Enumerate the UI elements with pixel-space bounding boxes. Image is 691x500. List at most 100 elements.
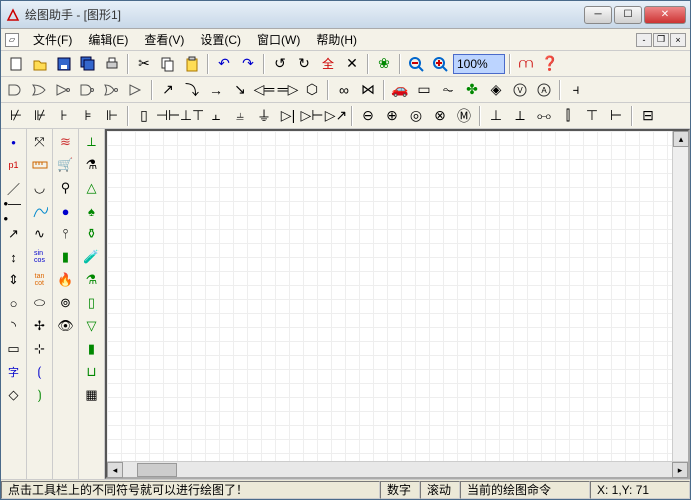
bracket-x-icon[interactable]: ⟮: [29, 361, 51, 383]
axes-dotted-icon[interactable]: ⊹: [29, 338, 51, 360]
maximize-button[interactable]: ☐: [614, 6, 642, 24]
drawing-canvas[interactable]: [107, 131, 672, 461]
mesh-icon[interactable]: ▦: [81, 384, 103, 406]
terminal-1-icon[interactable]: ⟂: [509, 105, 531, 127]
jfet-p-icon[interactable]: ⊧: [77, 105, 99, 127]
lamp-icon[interactable]: ⊗: [429, 105, 451, 127]
redo-button[interactable]: ↷: [237, 53, 259, 75]
close-button[interactable]: ✕: [644, 6, 686, 24]
magnet-button[interactable]: ⩋: [515, 53, 537, 75]
node-icon[interactable]: ⊢: [605, 105, 627, 127]
resistor-box-icon[interactable]: ▭: [413, 79, 435, 101]
link-icon[interactable]: ∞: [333, 79, 355, 101]
transistor-npn-icon[interactable]: ⊬: [5, 105, 27, 127]
erlenmeyer-icon[interactable]: ⚗: [81, 269, 103, 291]
dot-tool-icon[interactable]: •: [3, 131, 25, 153]
burner-icon[interactable]: ⚗: [81, 154, 103, 176]
menu-settings[interactable]: 设置(C): [192, 29, 249, 50]
menu-help[interactable]: 帮助(H): [308, 29, 365, 50]
deselect-button[interactable]: ✕: [341, 53, 363, 75]
save-all-button[interactable]: [77, 53, 99, 75]
curve-icon[interactable]: [29, 200, 51, 222]
and-gate-icon[interactable]: [5, 79, 27, 101]
mdi-minimize-button[interactable]: -: [636, 33, 652, 47]
ammeter-icon[interactable]: A: [533, 79, 555, 101]
menu-edit[interactable]: 编辑(E): [80, 29, 136, 50]
relay-icon[interactable]: ⫿: [557, 105, 579, 127]
new-button[interactable]: [5, 53, 27, 75]
arrow-right-icon[interactable]: →: [205, 79, 227, 101]
eye-icon[interactable]: 👁: [55, 315, 77, 337]
voltmeter-icon[interactable]: V: [509, 79, 531, 101]
polarized-cap-icon[interactable]: ⫠: [205, 105, 227, 127]
protractor-icon[interactable]: ◡: [29, 177, 51, 199]
ruler-icon[interactable]: [29, 154, 51, 176]
stand-icon[interactable]: ⟂: [81, 131, 103, 153]
zoom-input[interactable]: [453, 54, 505, 74]
mosfet-icon[interactable]: ⊩: [101, 105, 123, 127]
text-tool-icon[interactable]: 字: [3, 361, 25, 383]
zener-icon[interactable]: ▷⊢: [301, 105, 323, 127]
zoom-out-button[interactable]: [405, 53, 427, 75]
ground-icon[interactable]: ⏚: [253, 105, 275, 127]
crystal-icon[interactable]: ▯: [133, 105, 155, 127]
vector-tool-icon[interactable]: ↕: [3, 246, 25, 268]
socket-icon[interactable]: ◎: [405, 105, 427, 127]
terminal-2-icon[interactable]: ⊤: [581, 105, 603, 127]
cut-button[interactable]: ✂: [133, 53, 155, 75]
alcohol-lamp-icon[interactable]: ♠: [81, 200, 103, 222]
diamond-dot-icon[interactable]: ◈: [485, 79, 507, 101]
ellipse-dot-icon[interactable]: ⬭: [29, 292, 51, 314]
circle-tool-icon[interactable]: ○: [3, 292, 25, 314]
ray-tool-icon[interactable]: ↗: [3, 223, 25, 245]
motor-icon[interactable]: Ⓜ: [453, 105, 475, 127]
tancot-icon[interactable]: tancot: [29, 269, 51, 291]
polygon-tool-icon[interactable]: ◇: [3, 384, 25, 406]
scroll-up-button[interactable]: ▴: [673, 131, 689, 147]
beaker-icon[interactable]: ⊔: [81, 361, 103, 383]
cross-axes-icon[interactable]: ✢: [29, 315, 51, 337]
arrow-se-icon[interactable]: ↘: [229, 79, 251, 101]
rotate-right-button[interactable]: ↻: [293, 53, 315, 75]
bowtie-icon[interactable]: ⋈: [357, 79, 379, 101]
pulley-icon[interactable]: ⊚: [55, 292, 77, 314]
funnel-icon[interactable]: ▽: [81, 315, 103, 337]
horizontal-scrollbar[interactable]: ◂ ▸: [107, 461, 688, 477]
arc-tool-icon[interactable]: ◝: [3, 315, 25, 337]
select-all-button[interactable]: 全: [317, 53, 339, 75]
scroll-right-button[interactable]: ▸: [672, 462, 688, 478]
clover-icon[interactable]: ✤: [461, 79, 483, 101]
buffer-gate-icon[interactable]: [125, 79, 147, 101]
connector-icon[interactable]: ⊟: [637, 105, 659, 127]
minimize-button[interactable]: ─: [584, 6, 612, 24]
hscroll-thumb[interactable]: [137, 463, 177, 477]
axes-arrows-icon[interactable]: ⤧: [29, 131, 51, 153]
or-gate-icon[interactable]: [29, 79, 51, 101]
segment-tool-icon[interactable]: •—•: [3, 200, 25, 222]
switch-icon[interactable]: ⫞: [565, 79, 587, 101]
source-i-icon[interactable]: ⊖: [357, 105, 379, 127]
nor-gate-icon[interactable]: [101, 79, 123, 101]
burette-icon[interactable]: ▮: [81, 338, 103, 360]
mdi-restore-button[interactable]: ❐: [653, 33, 669, 47]
menu-window[interactable]: 窗口(W): [249, 29, 308, 50]
rectangle-tool-icon[interactable]: ▭: [3, 338, 25, 360]
sincos-icon[interactable]: sincos: [29, 246, 51, 268]
cart-icon[interactable]: 🛒: [55, 154, 77, 176]
print-button[interactable]: [101, 53, 123, 75]
capacitor-icon[interactable]: ⊥⊤: [181, 105, 203, 127]
paste-button[interactable]: [181, 53, 203, 75]
source-v-icon[interactable]: ⊕: [381, 105, 403, 127]
menu-file[interactable]: 文件(F): [25, 29, 80, 50]
zoom-in-button[interactable]: [429, 53, 451, 75]
arrow-down-icon[interactable]: ⤵: [181, 79, 203, 101]
open-button[interactable]: [29, 53, 51, 75]
bar-green-icon[interactable]: ▮: [55, 246, 77, 268]
not-gate-icon[interactable]: [53, 79, 75, 101]
copy-button[interactable]: [157, 53, 179, 75]
double-arrow-icon[interactable]: ⇕: [3, 269, 25, 291]
tripod-icon[interactable]: △: [81, 177, 103, 199]
plugin-button[interactable]: ❀: [373, 53, 395, 75]
battery-icon[interactable]: ⊣⊢: [157, 105, 179, 127]
variable-cap-icon[interactable]: ⫨: [229, 105, 251, 127]
